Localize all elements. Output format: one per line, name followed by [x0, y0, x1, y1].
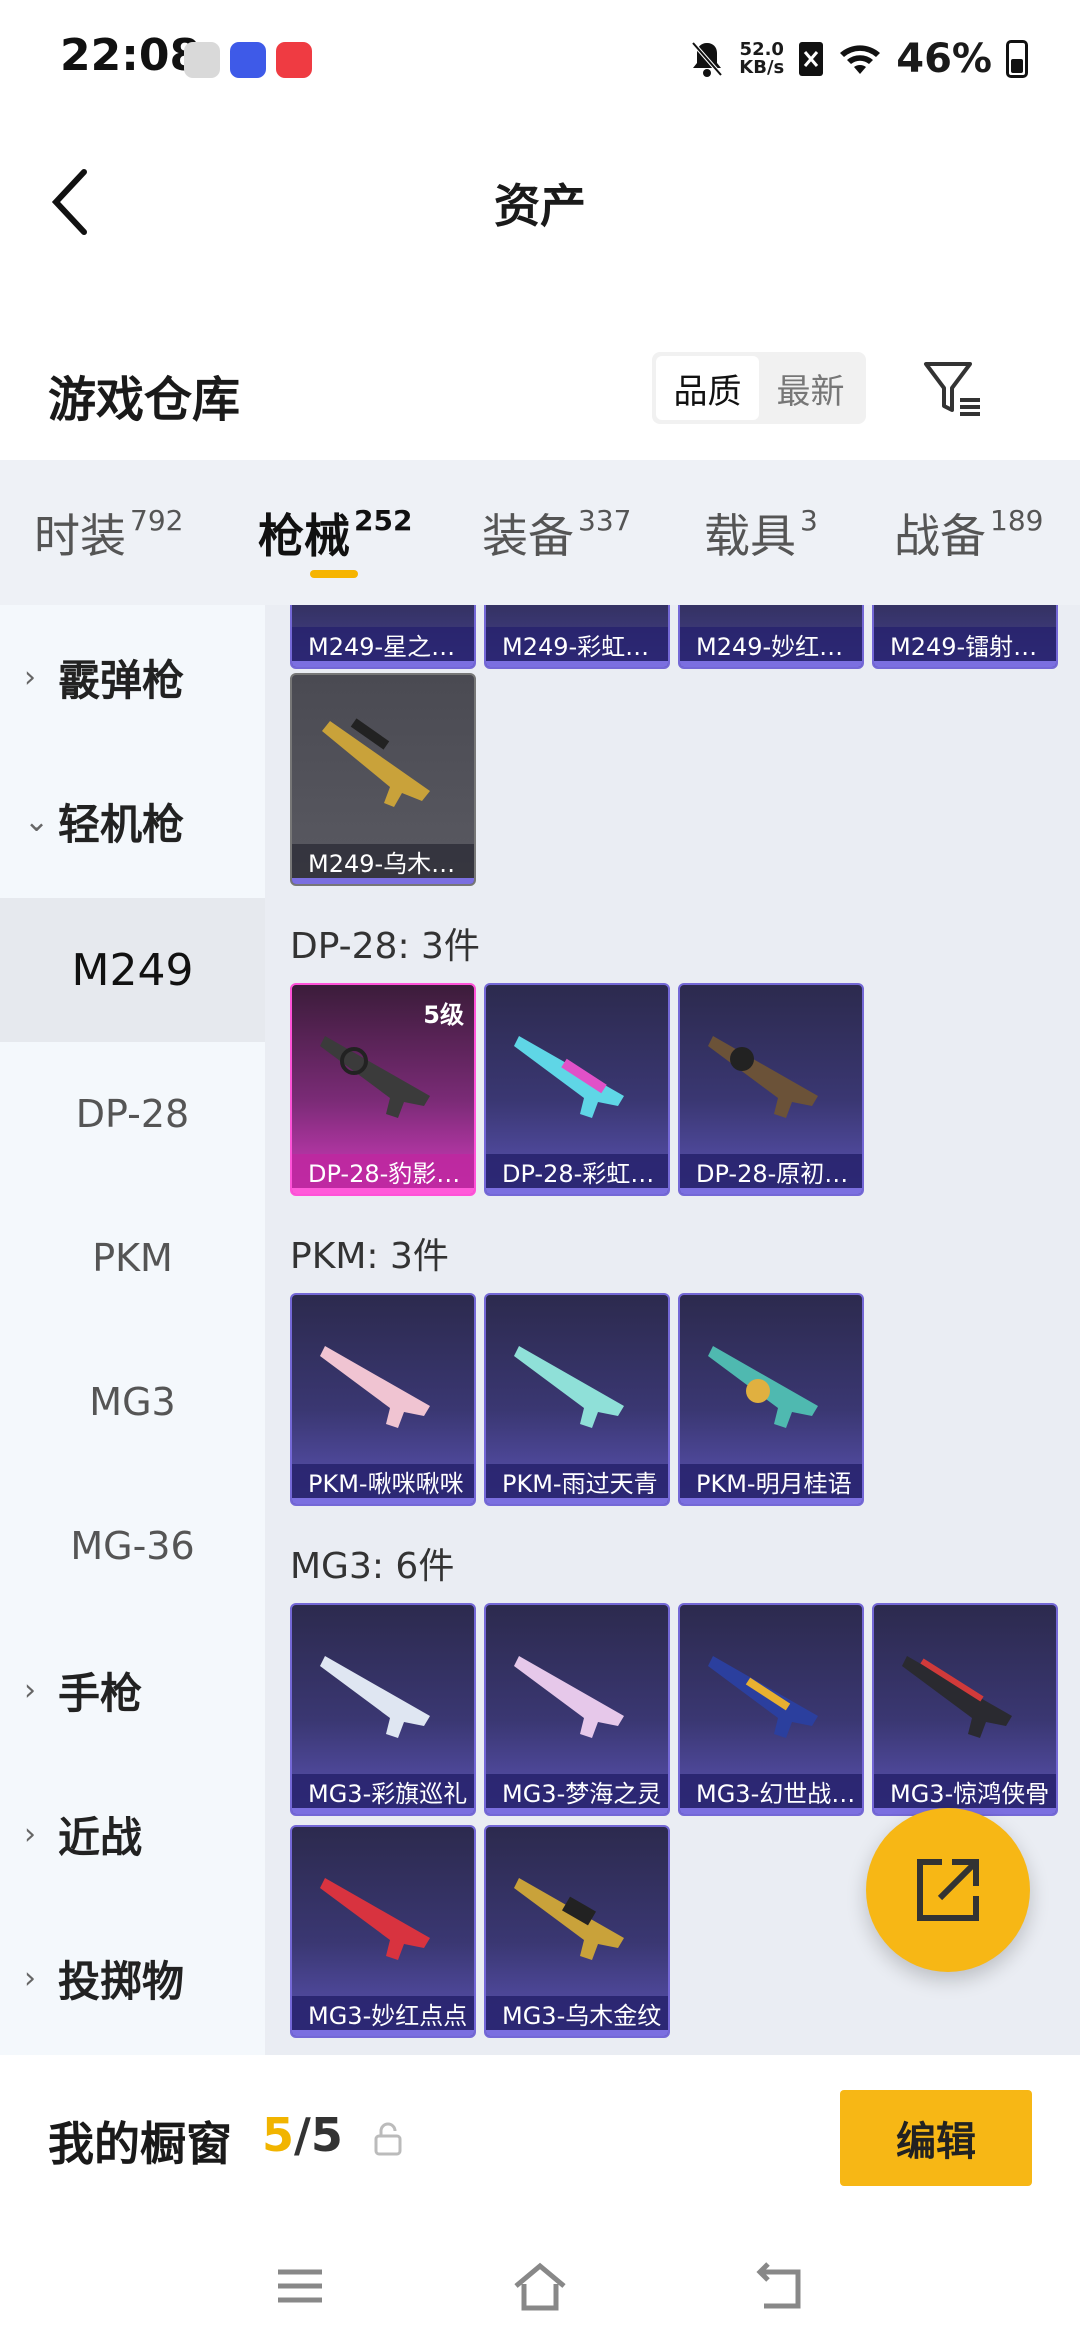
menu-icon[interactable]: [272, 2258, 328, 2314]
sidebar-sub-mg36[interactable]: MG-36: [0, 1474, 265, 1618]
category-tabs: 时装 792 枪械 252 装备 337 载具 3 战备 189: [0, 460, 1080, 605]
tab-equipment[interactable]: 装备 337: [482, 500, 631, 566]
lmg-weapon-icon: [708, 1656, 818, 1738]
chevron-down-icon: ⌄: [24, 803, 50, 839]
chevron-right-icon: ›: [24, 1960, 36, 1996]
weapon-card[interactable]: MG3-惊鸿侠骨: [872, 1603, 1058, 1816]
no-sim-icon: [799, 42, 824, 76]
weapon-card[interactable]: PKM-啾咪啾咪: [290, 1293, 476, 1506]
sidebar-item-shotgun[interactable]: › 霰弹枪: [0, 605, 265, 749]
sort-newest-button[interactable]: 最新: [759, 356, 862, 420]
top-nav: 资产: [0, 120, 1080, 280]
sort-toggle: 品质 最新: [652, 352, 866, 424]
chevron-right-icon: ›: [24, 1816, 36, 1852]
battery-percent: 46%: [896, 36, 992, 82]
tab-guns[interactable]: 枪械 252: [258, 500, 412, 566]
lmg-weapon-icon: [514, 1036, 624, 1118]
active-tab-indicator: [310, 570, 358, 578]
sort-quality-button[interactable]: 品质: [656, 356, 759, 420]
filter-icon[interactable]: [920, 356, 984, 420]
sidebar-item-lmg[interactable]: ⌄ 轻机枪: [0, 749, 265, 893]
sidebar-item-melee[interactable]: › 近战: [0, 1762, 265, 1906]
lmg-weapon-icon: [320, 1878, 430, 1960]
group-header-mg3: MG3: 6件: [290, 1546, 455, 1587]
lmg-weapon-icon: [514, 1878, 624, 1960]
weapon-card[interactable]: M249-星之…: [290, 605, 476, 669]
home-icon[interactable]: [512, 2258, 568, 2314]
sidebar-sub-m249[interactable]: M249: [0, 898, 265, 1042]
weapon-card[interactable]: M249-镭射…: [872, 605, 1058, 669]
network-speed: 52.0 KB/s: [739, 39, 785, 78]
share-button[interactable]: [866, 1808, 1030, 1972]
mute-bell-icon: [691, 41, 723, 77]
lmg-weapon-icon: [320, 1656, 430, 1738]
showcase-count: 5/5: [262, 2108, 343, 2162]
chevron-right-icon: ›: [24, 659, 36, 695]
sidebar-sub-dp28[interactable]: DP-28: [0, 1042, 265, 1186]
weapon-card[interactable]: MG3-梦海之灵: [484, 1603, 670, 1816]
weapon-card[interactable]: PKM-雨过天青: [484, 1293, 670, 1506]
weapon-card[interactable]: MG3-幻世战…: [678, 1603, 864, 1816]
sidebar-sub-mg3[interactable]: MG3: [0, 1330, 265, 1474]
sidebar-sub-pkm[interactable]: PKM: [0, 1186, 265, 1330]
lmg-weapon-icon: [708, 1036, 818, 1118]
battery-icon: [1006, 40, 1028, 78]
back-icon[interactable]: [752, 2258, 808, 2314]
weapon-type-sidebar: › 霰弹枪 ⌄ 轻机枪 M249 DP-28 PKM MG3 MG-36 › 手枪 ›…: [0, 605, 265, 2055]
weapon-card[interactable]: 5级 DP-28-豹影…: [290, 983, 476, 1196]
lmg-weapon-icon: [514, 1346, 624, 1428]
huawei-app-icon: [276, 42, 312, 78]
status-bar: 22:08 52.0 KB/s 46%: [0, 0, 1080, 120]
share-icon: [917, 1859, 979, 1921]
chevron-right-icon: ›: [24, 1672, 36, 1708]
weapon-card[interactable]: M249-彩虹…: [484, 605, 670, 669]
edit-button[interactable]: 编辑: [840, 2090, 1032, 2186]
settings-app-icon: [184, 42, 220, 78]
status-indicators: 52.0 KB/s 46%: [689, 36, 1028, 82]
weapon-card[interactable]: M249-妙红…: [678, 605, 864, 669]
lmg-weapon-icon: [514, 1656, 624, 1738]
tab-fashion[interactable]: 时装 792: [34, 500, 183, 566]
vivo-app-icon: [230, 42, 266, 78]
lmg-weapon-icon: [902, 1656, 1012, 1738]
sidebar-item-pistol[interactable]: › 手枪: [0, 1618, 265, 1762]
tab-supplies[interactable]: 战备 189: [894, 500, 1043, 566]
lmg-weapon-icon: [320, 1346, 430, 1428]
system-nav-bar: [0, 2228, 1080, 2344]
tab-vehicles[interactable]: 载具 3: [704, 500, 818, 566]
warehouse-header: 游戏仓库 品质 最新: [0, 330, 1080, 450]
page-title: 资产: [494, 179, 586, 233]
weapon-card[interactable]: DP-28-彩虹…: [484, 983, 670, 1196]
showcase-bar: 我的橱窗 5/5 编辑: [0, 2058, 1080, 2228]
warehouse-title: 游戏仓库: [48, 372, 241, 428]
showcase-title: 我的橱窗: [48, 2117, 232, 2171]
weapon-card[interactable]: MG3-彩旗巡礼: [290, 1603, 476, 1816]
lmg-weapon-icon: [322, 718, 430, 807]
lmg-weapon-icon: [320, 1036, 430, 1118]
lmg-weapon-icon: [708, 1346, 818, 1428]
weapon-card[interactable]: DP-28-原初…: [678, 983, 864, 1196]
group-header-pkm: PKM: 3件: [290, 1236, 449, 1277]
sidebar-item-throwable[interactable]: › 投掷物: [0, 1906, 265, 2050]
weapon-card[interactable]: MG3-乌木金纹: [484, 1825, 670, 2038]
weapon-card[interactable]: M249-乌木…: [290, 673, 476, 886]
weapon-card[interactable]: MG3-妙红点点: [290, 1825, 476, 2038]
weapon-card[interactable]: PKM-明月桂语: [678, 1293, 864, 1506]
lock-icon: [374, 2122, 402, 2156]
clock: 22:08: [60, 30, 201, 81]
wifi-icon: [840, 45, 881, 74]
group-header-dp28: DP-28: 3件: [290, 926, 480, 967]
